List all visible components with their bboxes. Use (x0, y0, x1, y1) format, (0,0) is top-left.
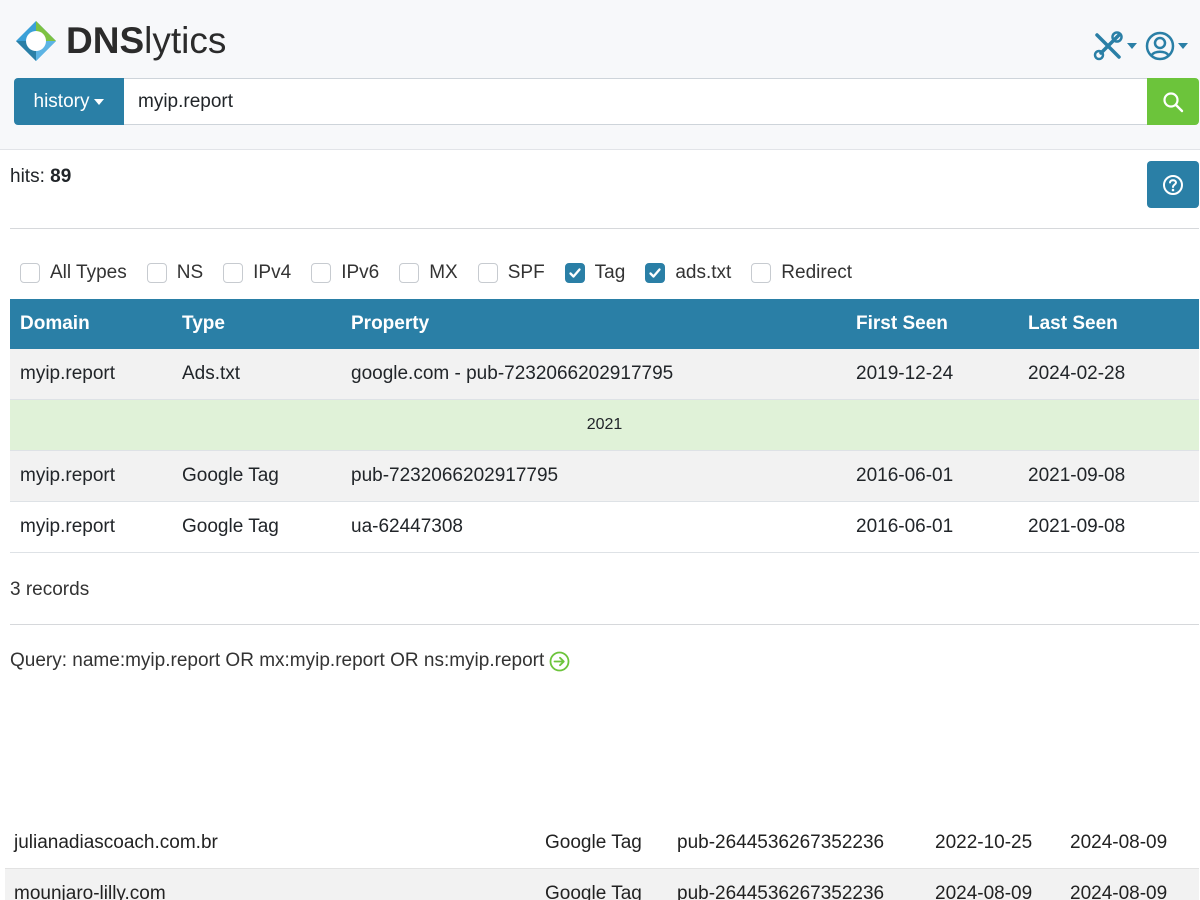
cell-property[interactable]: ua-62447308 (351, 516, 856, 538)
checkbox[interactable] (477, 263, 498, 283)
year-label: 2021 (586, 416, 623, 433)
filter-tag[interactable]: Tag (564, 262, 625, 284)
checkbox-checked[interactable] (645, 263, 666, 283)
header-property[interactable]: Property (351, 313, 856, 335)
hits-counter: hits: 89 (10, 166, 71, 188)
filter-mx[interactable]: MX (399, 262, 458, 284)
table-row: myip.report Google Tag ua-62447308 2016-… (10, 502, 1199, 553)
header-type[interactable]: Type (182, 313, 351, 335)
checkbox[interactable] (146, 263, 167, 283)
search-input[interactable] (124, 78, 1147, 125)
search-icon (1163, 91, 1184, 112)
filter-redirect[interactable]: Redirect (751, 262, 852, 284)
check-icon (649, 268, 661, 278)
cell-first-seen: 2016-06-01 (856, 465, 954, 486)
cell-first-seen: 2024-08-09 (935, 883, 1033, 900)
checkbox[interactable] (751, 263, 772, 283)
hits-label: hits: (10, 166, 45, 187)
cell-property[interactable]: pub-2644536267352236 (677, 883, 884, 900)
search-type-label: history (33, 90, 90, 112)
checkbox[interactable] (399, 263, 420, 283)
cell-type: Google Tag (182, 465, 279, 486)
filter-all-types[interactable]: All Types (20, 262, 127, 284)
chevron-down-icon (1178, 43, 1188, 49)
cell-type: Google Tag (545, 883, 642, 900)
chevron-down-icon (1127, 43, 1137, 49)
checkbox[interactable] (223, 263, 244, 283)
list-item: mounjaro-lilly.com Google Tag pub-264453… (5, 868, 1199, 900)
cell-last-seen: 2024-02-28 (1028, 363, 1126, 384)
history-table: Domain Type Property First Seen Last See… (10, 299, 1199, 553)
query-line: Query: name:myip.report OR mx:myip.repor… (10, 650, 570, 672)
cell-first-seen: 2019-12-24 (856, 363, 954, 384)
header-last-seen[interactable]: Last Seen (1028, 313, 1199, 335)
cell-domain[interactable]: julianadiascoach.com.br (14, 832, 218, 854)
hits-count: 89 (50, 166, 72, 187)
query-go-button[interactable] (549, 651, 570, 672)
cell-last-seen: 2021-09-08 (1028, 516, 1126, 537)
table-row: myip.report Google Tag pub-7232066202917… (10, 451, 1199, 502)
filter-ipv4[interactable]: IPv4 (223, 262, 291, 284)
checkbox[interactable] (311, 263, 332, 283)
filter-ipv6[interactable]: IPv6 (311, 262, 379, 284)
question-circle-icon (1163, 174, 1183, 195)
cell-last-seen: 2024-08-09 (1070, 832, 1168, 853)
cell-property[interactable]: pub-2644536267352236 (677, 832, 884, 854)
check-icon (569, 268, 581, 278)
caret-down-icon (94, 98, 105, 105)
cell-last-seen: 2024-08-09 (1070, 883, 1168, 900)
checkbox[interactable] (20, 263, 40, 283)
cell-domain[interactable]: myip.report (10, 363, 182, 385)
logo-text: DNSlytics (66, 20, 227, 61)
cell-domain[interactable]: myip.report (10, 516, 182, 538)
logo-icon (16, 21, 56, 61)
help-button[interactable] (1147, 161, 1199, 208)
filter-ads-txt[interactable]: ads.txt (645, 262, 731, 284)
cell-first-seen: 2016-06-01 (856, 516, 954, 537)
table-header: Domain Type Property First Seen Last See… (10, 299, 1199, 349)
cell-domain[interactable]: myip.report (10, 465, 182, 487)
header-first-seen[interactable]: First Seen (856, 313, 1028, 335)
year-separator-row: 2021 (10, 400, 1199, 451)
query-text: Query: name:myip.report OR mx:myip.repor… (10, 650, 545, 671)
records-count: 3 records (10, 579, 90, 600)
top-header: DNSlytics history (0, 0, 1200, 150)
search-bar: history (14, 78, 1199, 125)
dnslytics-logo[interactable]: DNSlytics (14, 18, 226, 64)
list-item: julianadiascoach.com.br Google Tag pub-2… (5, 818, 1199, 868)
header-tools (1092, 30, 1188, 62)
search-type-dropdown[interactable]: history (14, 78, 124, 125)
cell-type: Google Tag (182, 516, 279, 537)
cell-property[interactable]: google.com - pub-7232066202917795 (351, 363, 856, 385)
cell-first-seen: 2022-10-25 (935, 832, 1033, 853)
cell-type: Google Tag (545, 832, 642, 853)
arrow-circle-right-icon (549, 651, 570, 671)
cell-domain[interactable]: mounjaro-lilly.com (14, 883, 166, 900)
filter-ns[interactable]: NS (146, 262, 203, 284)
divider (10, 228, 1199, 229)
user-circle-icon (1145, 31, 1175, 61)
type-filters: All Types NS IPv4 IPv6 MX SPF Tag ads.tx… (20, 262, 872, 284)
tools-menu-button[interactable] (1092, 30, 1137, 62)
search-button[interactable] (1147, 78, 1199, 125)
filter-spf[interactable]: SPF (477, 262, 545, 284)
cell-property[interactable]: pub-7232066202917795 (351, 465, 856, 487)
user-menu-button[interactable] (1145, 31, 1188, 61)
divider (10, 624, 1199, 625)
cell-last-seen: 2021-09-08 (1028, 465, 1126, 486)
header-domain[interactable]: Domain (10, 313, 182, 335)
tools-icon (1093, 31, 1123, 61)
cell-type: Ads.txt (182, 363, 241, 384)
checkbox-checked[interactable] (564, 263, 585, 283)
table-row: myip.report Ads.txt google.com - pub-723… (10, 349, 1199, 400)
